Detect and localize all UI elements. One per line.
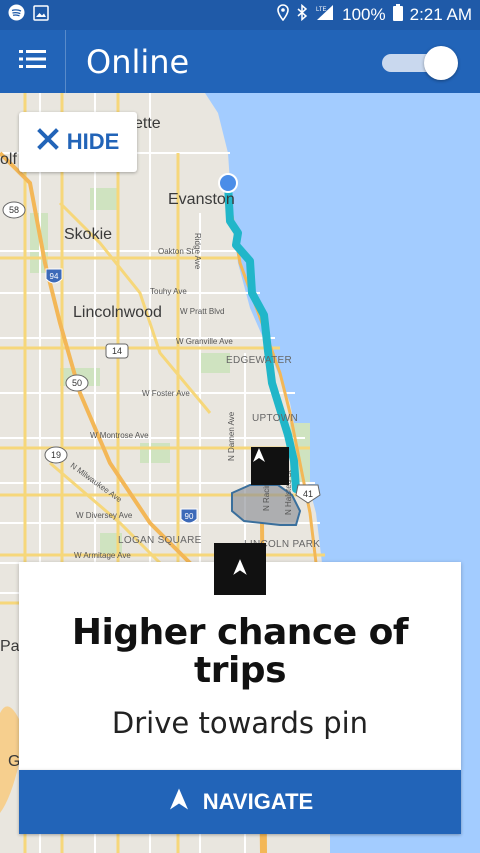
menu-icon — [18, 48, 47, 75]
signal-icon: LTE — [315, 4, 335, 26]
battery-percent: 100% — [342, 5, 386, 24]
navigate-button[interactable]: NAVIGATE — [19, 770, 461, 834]
svg-text:19: 19 — [51, 450, 61, 460]
toggle-knob — [424, 46, 458, 80]
route-shield-14: 14 — [105, 343, 129, 359]
svg-text:14: 14 — [112, 346, 122, 356]
svg-text:41: 41 — [303, 489, 313, 499]
app-bar: Online — [0, 30, 480, 93]
navigate-button-label: NAVIGATE — [202, 789, 314, 814]
card-pin-badge — [214, 543, 266, 595]
navigation-arrow-icon — [231, 558, 249, 581]
battery-icon — [392, 4, 403, 26]
status-bar: LTE 100% 2:21 AM — [0, 0, 480, 30]
hide-button-label: HIDE — [66, 129, 120, 154]
destination-pin[interactable] — [251, 447, 289, 485]
page-title: Online — [86, 42, 190, 81]
card-title: Higher chance of trips — [19, 614, 461, 690]
route-shield-90: 90 — [180, 508, 198, 524]
online-toggle[interactable] — [382, 46, 458, 80]
location-icon — [277, 4, 289, 26]
image-icon — [33, 4, 49, 26]
card-title-line-1: Higher chance of — [71, 612, 409, 653]
route-shield-50: 50 — [65, 374, 89, 392]
menu-button[interactable] — [0, 30, 66, 93]
svg-text:LTE: LTE — [316, 7, 327, 13]
clock: 2:21 AM — [409, 5, 472, 24]
route-shield-94: 94 — [45, 268, 63, 284]
bluetooth-icon — [296, 3, 308, 26]
navigation-arrow-icon — [167, 786, 191, 818]
svg-text:50: 50 — [72, 378, 82, 388]
svg-text:58: 58 — [9, 205, 19, 215]
route-shield-58: 58 — [2, 201, 26, 219]
card-title-line-2: trips — [194, 650, 287, 691]
route-shield-19: 19 — [44, 446, 68, 464]
svg-text:94: 94 — [50, 272, 59, 281]
card-subtitle: Drive towards pin — [111, 706, 369, 740]
close-icon — [36, 128, 59, 156]
route-shield-41: 41 — [295, 484, 321, 504]
spotify-icon — [8, 4, 25, 26]
svg-text:90: 90 — [185, 512, 194, 521]
hide-button[interactable]: HIDE — [19, 112, 137, 172]
